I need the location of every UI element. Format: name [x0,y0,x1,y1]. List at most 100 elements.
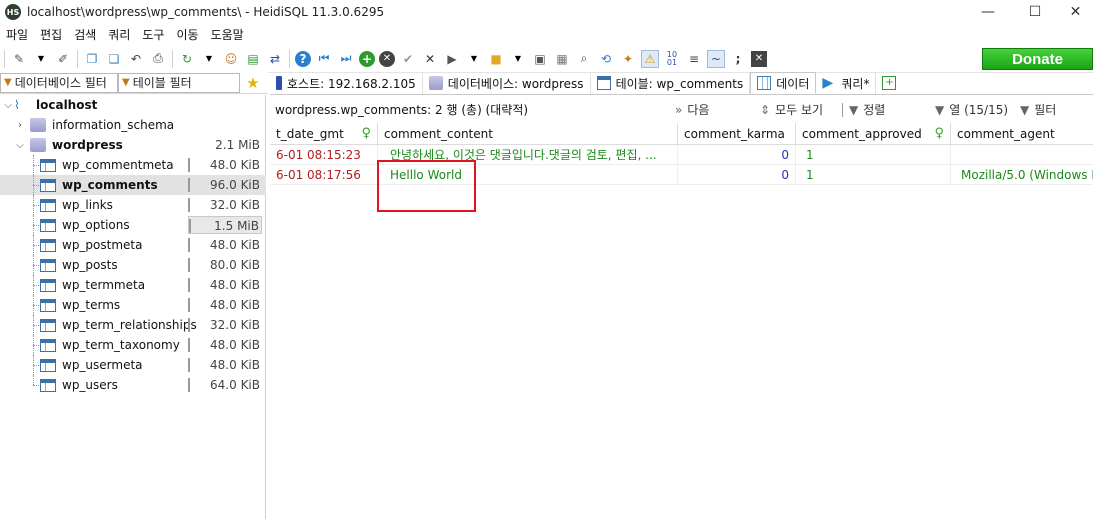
find-icon[interactable]: ⌕ [575,50,593,68]
menu-tools[interactable]: 도구 [136,26,170,43]
columns-button[interactable]: ▼ 열 (15/15) [935,101,1008,118]
tree-node-table[interactable]: wp_links 32.0 KiB [0,195,266,215]
execute-query-icon[interactable]: ▶ [443,50,461,68]
tree-node-database[interactable]: › information_schema [0,115,266,135]
cell-date[interactable]: 6-01 08:15:23 [270,145,378,165]
user-manager-icon[interactable]: ☺ [222,50,240,68]
paste-icon[interactable]: ❏ [105,50,123,68]
table-filter-input[interactable]: ▼ 테이블 필터 [118,72,240,93]
close-button[interactable]: ✕ [1058,0,1093,24]
undo-icon[interactable]: ↶ [127,50,145,68]
show-all-button[interactable]: ⇕ 모두 보기 [760,101,823,118]
next-button[interactable]: » 다음 [675,101,709,118]
column-header-comment-karma[interactable]: comment_karma [678,123,796,145]
maximize-button[interactable]: ☐ [1012,0,1058,24]
log-icon[interactable]: ~ [707,49,725,68]
table-icon [40,378,56,392]
tree-node-table[interactable]: wp_options 1.5 MiB [0,215,266,235]
disconnect-icon[interactable]: ✐ [54,50,72,68]
column-header-date-gmt[interactable]: t_date_gmt ♀ [270,123,378,145]
column-header-comment-approved[interactable]: comment_approved ♀ [796,123,951,145]
menu-help[interactable]: 도움말 [205,26,250,43]
comment-icon[interactable]: ; [729,50,747,68]
collapse-arrow-icon[interactable]: ⌵ [14,140,26,151]
column-header-comment-agent[interactable]: comment_agent [951,123,1093,145]
sort-button[interactable]: ▼ 정렬 [842,101,885,118]
collapse-arrow-icon[interactable]: ⌵ [2,100,14,111]
delete-record-icon[interactable]: ✕ [379,50,395,67]
format-sql-icon[interactable]: ✦ [619,50,637,68]
export-icon[interactable]: ▤ [244,50,262,68]
dropdown-arrow-icon[interactable]: ▼ [465,50,483,68]
copy-icon[interactable]: ❐ [83,50,101,68]
database-filter-input[interactable]: ▼ 데이터베이스 필터 [0,72,118,93]
close-tab-icon[interactable]: ✕ [751,50,767,67]
tree-node-table[interactable]: wp_terms 48.0 KiB [0,295,266,315]
expand-arrow-icon[interactable]: › [14,120,26,131]
cell-comment-approved[interactable]: 1 [796,165,951,185]
save-as-icon[interactable]: ▦ [553,50,571,68]
tree-node-database[interactable]: ⌵ wordpress 2.1 MiB [0,135,266,155]
new-query-tab-button[interactable]: + [876,72,902,94]
show-all-label: 모두 보기 [775,103,824,117]
tree-node-table[interactable]: wp_commentmeta 48.0 KiB [0,155,266,175]
tree-node-table[interactable]: wp_term_taxonomy 48.0 KiB [0,335,266,355]
save-icon[interactable]: ▣ [531,50,549,68]
column-header-label: comment_content [384,126,493,141]
menu-file[interactable]: 파일 [0,26,34,43]
open-folder-icon[interactable]: ■ [487,50,505,68]
session-manager-icon[interactable]: ✎ [10,50,28,68]
column-header-comment-content[interactable]: comment_content [378,123,678,145]
tree-node-table[interactable]: wp_posts 80.0 KiB [0,255,266,275]
dropdown-arrow-icon[interactable]: ▼ [509,50,527,68]
cell-date[interactable]: 6-01 08:17:56 [270,165,378,185]
database-tree: ⌵ ⌇ localhost › information_schema ⌵ wor… [0,95,266,519]
dropdown-arrow-icon[interactable]: ▼ [200,50,218,68]
tab-table[interactable]: 테이블: wp_comments [591,72,751,94]
tab-data[interactable]: 데이터 [750,72,817,94]
size-bar [188,238,190,252]
menu-edit[interactable]: 편집 [34,26,68,43]
tree-node-table[interactable]: wp_comments 96.0 KiB [0,175,266,195]
cancel-changes-icon[interactable]: ✕ [421,50,439,68]
first-record-icon[interactable]: ⏮ [315,50,333,68]
print-icon[interactable]: ⎙ [149,50,167,68]
cell-comment-karma[interactable]: 0 [678,145,796,165]
donate-button[interactable]: Donate [982,48,1093,70]
tab-query[interactable]: ▶ 쿼리* [816,72,877,94]
tree-node-host[interactable]: ⌵ ⌇ localhost [0,95,266,115]
cell-comment-agent[interactable]: Mozilla/5.0 (Windows NT [951,165,1093,185]
add-record-icon[interactable]: + [359,50,375,67]
binary-mode-icon[interactable]: 10 01 [663,50,681,68]
menu-query[interactable]: 쿼리 [102,26,136,43]
tree-node-table[interactable]: wp_postmeta 48.0 KiB [0,235,266,255]
warnings-icon[interactable]: ⚠ [641,49,659,68]
table-size-label: 1.5 MiB [214,219,259,233]
dropdown-arrow-icon[interactable]: ▼ [32,50,50,68]
cell-comment-agent[interactable] [951,145,1093,165]
menu-goto[interactable]: 이동 [170,26,204,43]
tree-node-table[interactable]: wp_termmeta 48.0 KiB [0,275,266,295]
wrap-lines-icon[interactable]: ≡ [685,50,703,68]
cell-comment-karma[interactable]: 0 [678,165,796,185]
tree-table-label: wp_term_taxonomy [62,338,180,352]
tree-node-table[interactable]: wp_term_relationships 32.0 KiB [0,315,266,335]
cell-comment-approved[interactable]: 1 [796,145,951,165]
replace-icon[interactable]: ⟲ [597,50,615,68]
menu-search[interactable]: 검색 [68,26,102,43]
transfer-icon[interactable]: ⇄ [266,50,284,68]
host-icon [276,76,282,90]
favorites-star-icon[interactable]: ★ [240,73,266,93]
tree-node-table[interactable]: wp_usermeta 48.0 KiB [0,355,266,375]
tab-database[interactable]: 데이터베이스: wordpress [423,72,591,94]
size-bar [188,338,190,352]
last-record-icon[interactable]: ⏭ [337,50,355,68]
tree-node-table[interactable]: wp_users 64.0 KiB [0,375,266,395]
filter-button[interactable]: ▼ 필터 [1020,101,1056,118]
size-bar [188,378,190,392]
minimize-button[interactable]: — [965,0,1011,24]
help-icon[interactable]: ? [295,50,311,67]
post-changes-icon[interactable]: ✔ [399,50,417,68]
refresh-icon[interactable]: ↻ [178,50,196,68]
tab-host[interactable]: 호스트: 192.168.2.105 [270,72,423,94]
